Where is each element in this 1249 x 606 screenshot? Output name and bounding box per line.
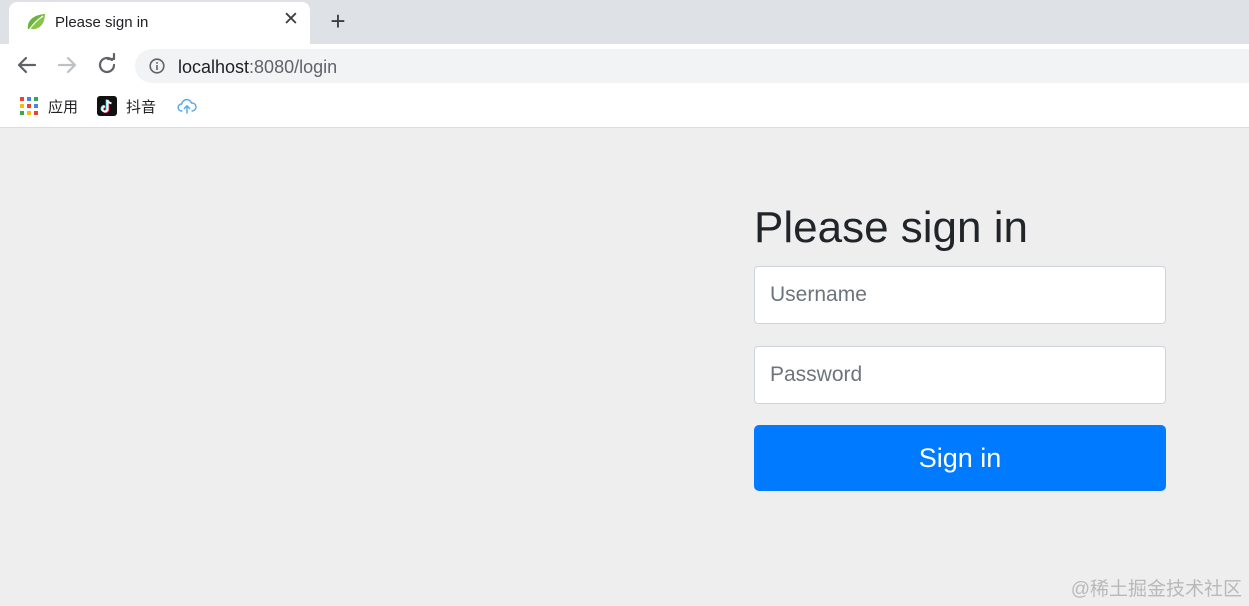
tab-title: Please sign in xyxy=(55,14,149,31)
cloud-upload-icon xyxy=(177,98,197,114)
spring-leaf-icon xyxy=(27,14,45,31)
tab-close-icon[interactable]: ✕ xyxy=(281,10,301,30)
url-text[interactable]: localhost:8080/login xyxy=(178,57,337,78)
bookmark-douyin-label: 抖音 xyxy=(126,98,157,116)
new-tab-icon[interactable]: + xyxy=(325,8,351,34)
reload-icon[interactable] xyxy=(94,52,120,78)
url-path: :8080/login xyxy=(249,57,338,77)
back-arrow-icon[interactable] xyxy=(14,52,40,78)
douyin-icon xyxy=(97,96,117,116)
tab-strip: Please sign in ✕ + xyxy=(0,0,1249,44)
browser-toolbar: localhost:8080/login xyxy=(0,44,1249,86)
bookmark-cloud[interactable] xyxy=(177,95,206,117)
url-host: localhost xyxy=(178,57,250,77)
login-heading: Please sign in xyxy=(754,203,1028,252)
apps-grid-icon xyxy=(20,97,38,115)
bookmark-douyin[interactable]: 抖音 xyxy=(97,95,156,117)
page-content: Please sign in Sign in @稀土掘金技术社区 xyxy=(0,129,1249,606)
bookmark-apps-label: 应用 xyxy=(48,98,79,116)
watermark-text: @稀土掘金技术社区 xyxy=(1070,579,1242,600)
address-bar[interactable]: localhost:8080/login xyxy=(135,49,1249,83)
password-input[interactable] xyxy=(754,346,1166,404)
username-input[interactable] xyxy=(754,266,1166,324)
bookmark-apps[interactable]: 应用 xyxy=(19,95,78,117)
browser-tab[interactable]: Please sign in ✕ xyxy=(9,2,310,44)
bookmarks-bar: 应用 抖音 xyxy=(0,86,1249,128)
sign-in-button[interactable]: Sign in xyxy=(754,425,1166,491)
forward-arrow-icon[interactable] xyxy=(54,52,80,78)
site-info-icon[interactable] xyxy=(149,58,165,74)
